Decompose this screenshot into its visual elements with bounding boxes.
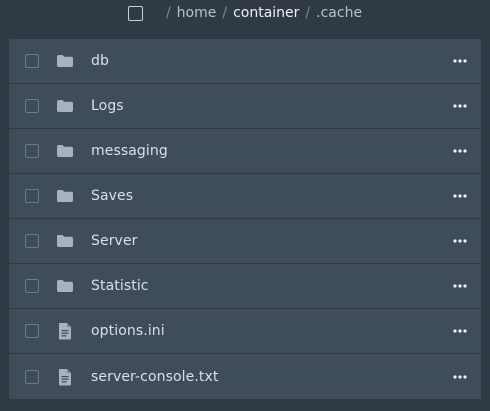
file-row-saves[interactable]: Saves: [9, 174, 481, 219]
more-options-icon[interactable]: [453, 372, 467, 382]
file-list: db Logs messaging Saves Server Statistic…: [9, 39, 481, 399]
row-checkbox[interactable]: [25, 144, 39, 158]
file-row-server-console-txt[interactable]: server-console.txt: [9, 354, 481, 399]
row-checkbox[interactable]: [25, 234, 39, 248]
breadcrumb-separator: /: [222, 5, 228, 21]
folder-icon: [55, 186, 75, 206]
breadcrumb-container[interactable]: container: [233, 5, 299, 21]
file-row-statistic[interactable]: Statistic: [9, 264, 481, 309]
file-name[interactable]: Logs: [91, 98, 124, 114]
more-options-icon[interactable]: [453, 281, 467, 291]
more-options-icon[interactable]: [453, 101, 467, 111]
row-checkbox[interactable]: [25, 189, 39, 203]
folder-icon: [55, 96, 75, 116]
breadcrumb-separator: /: [165, 5, 171, 21]
file-row-logs[interactable]: Logs: [9, 84, 481, 129]
file-name[interactable]: Statistic: [91, 278, 149, 294]
more-options-icon[interactable]: [453, 56, 467, 66]
row-checkbox[interactable]: [25, 99, 39, 113]
file-name[interactable]: db: [91, 53, 109, 69]
file-name[interactable]: Saves: [91, 188, 133, 204]
file-name[interactable]: server-console.txt: [91, 369, 219, 385]
breadcrumb-separator: /: [305, 5, 311, 21]
more-options-icon[interactable]: [453, 236, 467, 246]
folder-icon: [55, 51, 75, 71]
file-icon: [55, 321, 75, 341]
row-checkbox[interactable]: [25, 279, 39, 293]
breadcrumb: / home / container / .cache: [0, 0, 490, 26]
file-name[interactable]: options.ini: [91, 323, 165, 339]
breadcrumb-home[interactable]: home: [177, 5, 217, 21]
file-row-options-ini[interactable]: options.ini: [9, 309, 481, 354]
row-checkbox[interactable]: [25, 54, 39, 68]
folder-icon: [55, 141, 75, 161]
file-row-server[interactable]: Server: [9, 219, 481, 264]
file-name[interactable]: messaging: [91, 143, 168, 159]
more-options-icon[interactable]: [453, 326, 467, 336]
folder-icon: [55, 231, 75, 251]
more-options-icon[interactable]: [453, 146, 467, 156]
select-all-checkbox[interactable]: [127, 5, 143, 21]
folder-icon: [55, 276, 75, 296]
file-name[interactable]: Server: [91, 233, 138, 249]
more-options-icon[interactable]: [453, 191, 467, 201]
row-checkbox[interactable]: [25, 324, 39, 338]
file-row-messaging[interactable]: messaging: [9, 129, 481, 174]
file-row-db[interactable]: db: [9, 39, 481, 84]
breadcrumb-cache: .cache: [316, 5, 363, 21]
row-checkbox[interactable]: [25, 369, 39, 384]
file-icon: [55, 367, 75, 387]
